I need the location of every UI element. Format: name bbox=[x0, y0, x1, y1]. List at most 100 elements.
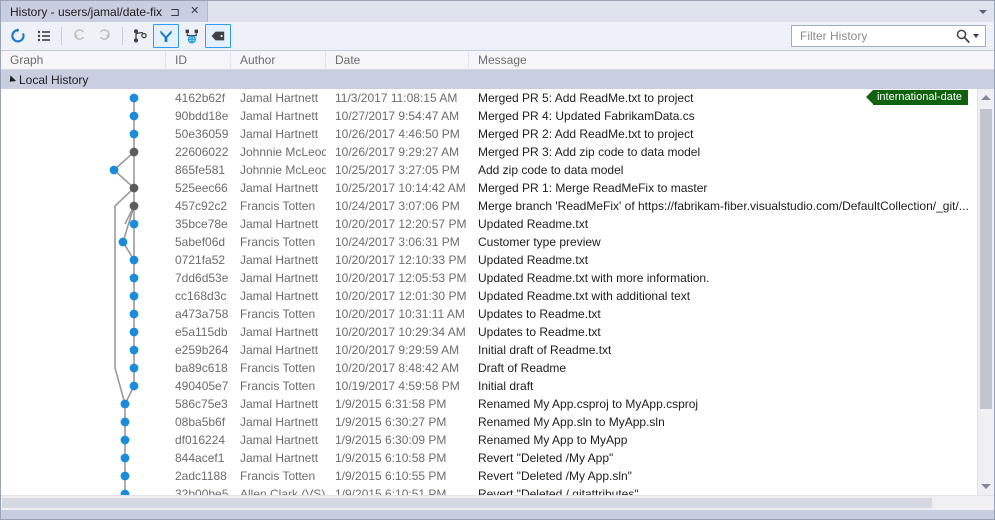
cell-graph bbox=[1, 89, 166, 107]
table-row[interactable]: ba89c618 Francis Totten 10/20/2017 8:48:42… bbox=[1, 359, 977, 377]
filter-history-input[interactable] bbox=[798, 28, 956, 44]
table-row[interactable]: a473a758 Francis Totten 10/20/2017 10:31:1… bbox=[1, 305, 977, 323]
close-icon[interactable]: ✕ bbox=[188, 5, 201, 18]
column-header-graph[interactable]: Graph bbox=[1, 50, 166, 70]
cell-author: Francis Totten bbox=[240, 235, 316, 249]
triangle-up-icon bbox=[981, 95, 991, 100]
vertical-scroll-thumb[interactable] bbox=[980, 109, 992, 409]
cell-message: Updated Readme.txt with more information… bbox=[469, 269, 977, 287]
cell-author: Allen Clark (VS) bbox=[240, 487, 326, 495]
expander-triangle-icon[interactable] bbox=[6, 74, 17, 85]
cell-message: Initial draft of Readme.txt bbox=[469, 341, 977, 359]
table-row[interactable]: 90bdd18e Jamal Hartnett 10/27/2017 9:54:47… bbox=[1, 107, 977, 125]
cell-date: 10/25/2017 10:14:42 AM bbox=[335, 181, 466, 195]
table-row[interactable]: cc168d3c Jamal Hartnett 10/20/2017 12:01:3… bbox=[1, 287, 977, 305]
cell-graph bbox=[1, 143, 166, 161]
filter-dropdown-chevron-down-icon[interactable] bbox=[973, 34, 979, 38]
cell-author: Jamal Hartnett bbox=[240, 415, 319, 429]
message-text: Add zip code to data model bbox=[478, 163, 624, 177]
cell-date: 10/20/2017 12:10:33 PM bbox=[335, 253, 467, 267]
cell-commit-id: 50e36059 bbox=[175, 127, 229, 141]
table-row[interactable]: df016224 Jamal Hartnett 1/9/2015 6:30:09 P… bbox=[1, 431, 977, 449]
cell-date: 10/26/2017 4:46:50 PM bbox=[335, 127, 460, 141]
table-row[interactable]: 08ba5b6f Jamal Hartnett 1/9/2015 6:30:27 P… bbox=[1, 413, 977, 431]
cell-message: Merge branch 'ReadMeFix' of https://fabr… bbox=[469, 197, 977, 215]
cell-message: Revert "Deleted /My App" bbox=[469, 449, 977, 467]
message-text: Draft of Readme bbox=[478, 361, 567, 375]
cell-graph bbox=[1, 251, 166, 269]
history-toolbar bbox=[1, 22, 994, 50]
table-row[interactable]: 35bce78e Jamal Hartnett 10/20/2017 12:20:5… bbox=[1, 215, 977, 233]
table-row[interactable]: 586c75e3 Jamal Hartnett 1/9/2015 6:31:58 P… bbox=[1, 395, 977, 413]
filter-history-box[interactable] bbox=[791, 25, 986, 47]
horizontal-scrollbar[interactable] bbox=[1, 495, 994, 510]
table-row[interactable]: 457c92c2 Francis Totten 10/24/2017 3:07:06… bbox=[1, 197, 977, 215]
table-row[interactable]: e259b264 Jamal Hartnett 10/20/2017 9:29:59… bbox=[1, 341, 977, 359]
cell-author: Francis Totten bbox=[240, 469, 316, 483]
column-header-date[interactable]: Date bbox=[326, 50, 469, 70]
history-window: History - users/jamal/date-fix ⊐ ✕ Filte… bbox=[0, 0, 995, 520]
table-row[interactable]: 0721fa52 Jamal Hartnett 10/20/2017 12:10:3… bbox=[1, 251, 977, 269]
branch-badge[interactable]: international-date bbox=[865, 90, 968, 105]
cell-commit-id: 7dd6d53e bbox=[175, 271, 229, 285]
search-icon[interactable] bbox=[955, 28, 971, 44]
window-bottom-strip bbox=[1, 510, 994, 519]
cell-graph bbox=[1, 377, 166, 395]
cell-commit-id: 08ba5b6f bbox=[175, 415, 226, 429]
table-row[interactable]: 50e36059 Jamal Hartnett 10/26/2017 4:46:50… bbox=[1, 125, 977, 143]
cell-graph bbox=[1, 233, 166, 251]
cell-commit-id: df016224 bbox=[175, 433, 226, 447]
tab-list-menu-button[interactable] bbox=[972, 1, 994, 22]
show-graph-button[interactable] bbox=[127, 24, 153, 48]
horizontal-scroll-thumb[interactable] bbox=[2, 498, 932, 508]
remote-branch-icon bbox=[185, 29, 198, 44]
undo-button[interactable] bbox=[66, 24, 92, 48]
cell-graph bbox=[1, 449, 166, 467]
table-row[interactable]: 865fe581 Johnnie McLeod 10/25/2017 3:27:05… bbox=[1, 161, 977, 179]
vertical-scrollbar[interactable] bbox=[977, 89, 994, 495]
table-row[interactable]: 5abef06d Francis Totten 10/24/2017 3:06:31… bbox=[1, 233, 977, 251]
table-row[interactable]: 4162b62f Jamal Hartnett 11/3/2017 11:08:15… bbox=[1, 89, 977, 107]
commit-rows: 4162b62f Jamal Hartnett 11/3/2017 11:08:15… bbox=[1, 89, 977, 495]
titlebar-spacer bbox=[208, 1, 972, 22]
cell-commit-id: 90bdd18e bbox=[175, 109, 229, 123]
column-header-message[interactable]: Message bbox=[469, 51, 977, 70]
document-tab-history[interactable]: History - users/jamal/date-fix ⊐ ✕ bbox=[1, 1, 209, 22]
table-row[interactable]: 2adc1188 Francis Totten 1/9/2015 6:10:55 P… bbox=[1, 467, 977, 485]
cell-author: Jamal Hartnett bbox=[240, 325, 319, 339]
cell-commit-id: ba89c618 bbox=[175, 361, 228, 375]
table-row[interactable]: 525eec66 Jamal Hartnett 10/25/2017 10:14:4… bbox=[1, 179, 977, 197]
cell-graph bbox=[1, 161, 166, 179]
table-row[interactable]: 490405e7 Francis Totten 10/19/2017 4:59:58… bbox=[1, 377, 977, 395]
vertical-scroll-track[interactable] bbox=[978, 106, 994, 478]
cell-commit-id: 865fe581 bbox=[175, 163, 226, 177]
cell-message: Renamed My App.sln to MyApp.sln bbox=[469, 413, 977, 431]
table-row[interactable]: 22606022 Johnnie McLeod 10/26/2017 9:29:27… bbox=[1, 143, 977, 161]
show-remote-branches-button[interactable] bbox=[179, 24, 205, 48]
table-row[interactable]: 844acef1 Jamal Hartnett 1/9/2015 6:10:58 P… bbox=[1, 449, 977, 467]
cell-graph bbox=[1, 125, 166, 143]
column-header-author[interactable]: Author bbox=[231, 50, 326, 70]
group-row-local-history[interactable]: Local History bbox=[1, 70, 994, 89]
cell-message: Merged PR 5: Add ReadMe.txt to project in… bbox=[469, 89, 977, 107]
cell-date: 10/20/2017 12:01:30 PM bbox=[335, 289, 467, 303]
cell-commit-id: 525eec66 bbox=[175, 181, 228, 195]
table-row[interactable]: 7dd6d53e Jamal Hartnett 10/20/2017 12:05:5… bbox=[1, 269, 977, 287]
scroll-down-button[interactable] bbox=[978, 478, 994, 495]
refresh-button[interactable] bbox=[5, 24, 31, 48]
scroll-up-button[interactable] bbox=[978, 89, 994, 106]
cell-graph bbox=[1, 395, 166, 413]
table-row[interactable]: e5a115db Jamal Hartnett 10/20/2017 10:29:3… bbox=[1, 323, 977, 341]
cell-date: 1/9/2015 6:31:58 PM bbox=[335, 397, 447, 411]
show-tags-button[interactable] bbox=[205, 24, 231, 48]
cell-author: Francis Totten bbox=[240, 307, 316, 321]
view-options-button[interactable] bbox=[31, 24, 57, 48]
simplified-view-button[interactable] bbox=[153, 24, 179, 48]
cell-message: Draft of Readme bbox=[469, 359, 977, 377]
redo-button[interactable] bbox=[92, 24, 118, 48]
cell-author: Jamal Hartnett bbox=[240, 181, 319, 195]
column-header-id[interactable]: ID bbox=[166, 50, 231, 70]
message-text: Revert "Deleted /.gitattributes" bbox=[478, 487, 639, 495]
table-row[interactable]: 32b00be5 Allen Clark (VS) 1/9/2015 6:10:51… bbox=[1, 485, 977, 495]
pin-icon[interactable]: ⊐ bbox=[168, 5, 182, 19]
